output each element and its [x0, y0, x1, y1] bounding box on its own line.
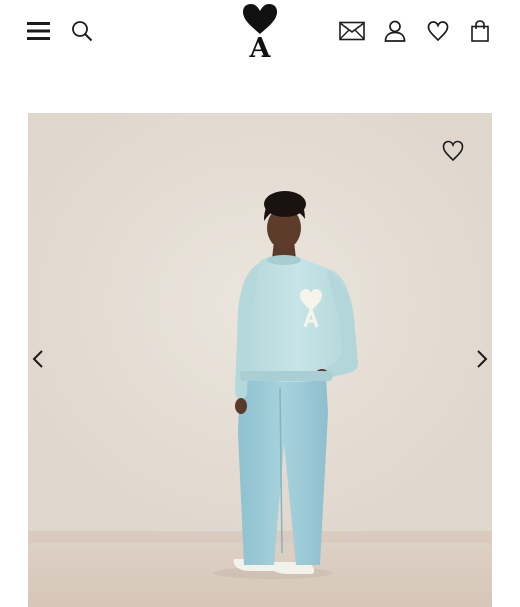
chevron-right-icon	[476, 349, 488, 372]
product-photo	[28, 113, 492, 607]
heart-icon	[427, 21, 449, 41]
next-image-button[interactable]	[472, 348, 492, 372]
mail-icon	[339, 21, 365, 41]
brand-logo[interactable]: A	[236, 2, 284, 60]
search-icon	[71, 20, 93, 42]
bag-button[interactable]	[466, 15, 494, 47]
wishlist-button[interactable]	[423, 15, 453, 47]
heart-outline-icon	[442, 140, 464, 165]
site-header: A	[0, 0, 520, 64]
menu-button[interactable]	[22, 15, 56, 47]
contact-button[interactable]	[335, 15, 369, 47]
logo-letter: A	[249, 33, 272, 59]
search-button[interactable]	[66, 15, 98, 47]
user-icon	[384, 20, 406, 42]
add-to-wishlist-button[interactable]	[440, 139, 466, 165]
account-button[interactable]	[380, 15, 410, 47]
shopping-bag-icon	[471, 20, 489, 42]
previous-image-button[interactable]	[28, 348, 48, 372]
chevron-left-icon	[32, 349, 44, 372]
product-page: A	[0, 0, 520, 607]
product-image-gallery[interactable]	[28, 113, 492, 607]
hamburger-menu-icon	[27, 20, 51, 42]
